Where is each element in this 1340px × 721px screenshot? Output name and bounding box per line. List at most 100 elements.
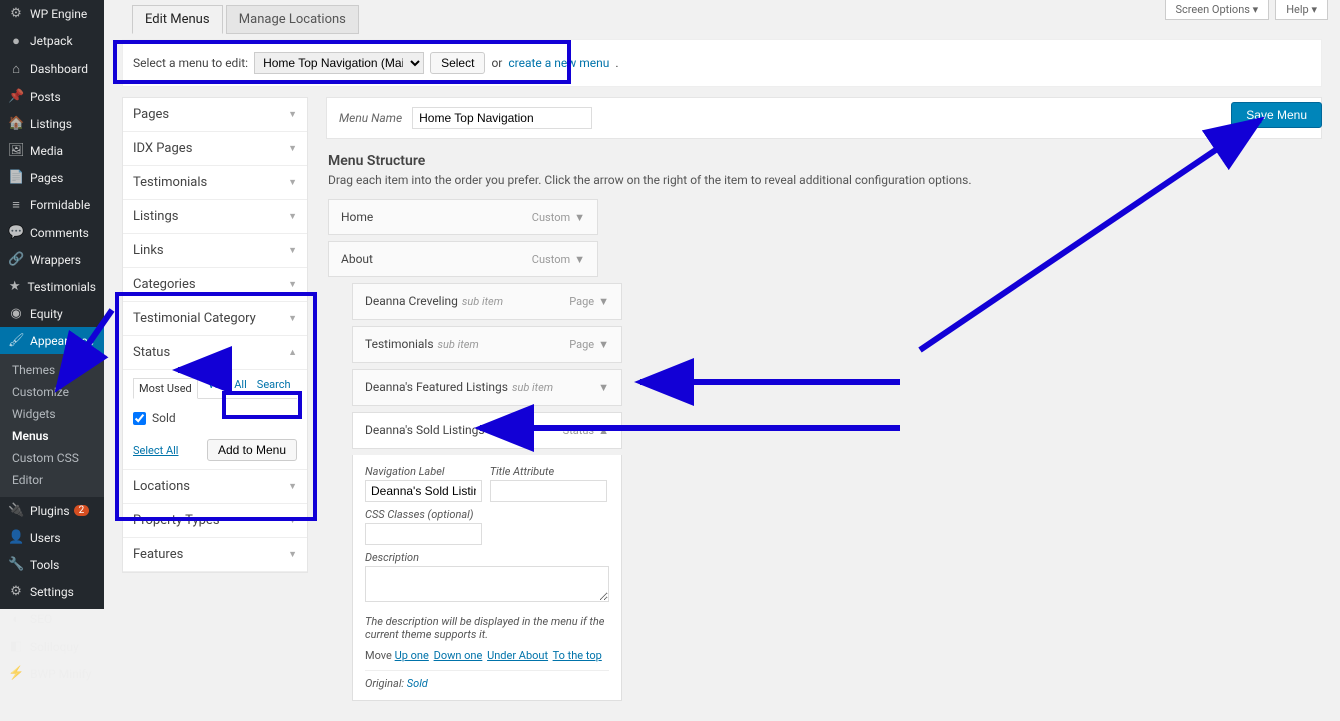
wpengine-icon: ⚙: [8, 6, 24, 21]
chevron-down-icon: ▼: [288, 515, 297, 526]
move-top-link[interactable]: To the top: [553, 649, 602, 662]
sidebar-item-wrappers[interactable]: 🔗Wrappers: [0, 246, 104, 273]
menu-items: Home Custom ▼ About Custom ▼ Deanna Crev…: [328, 199, 1320, 701]
submenu-widgets[interactable]: Widgets: [0, 403, 104, 425]
menu-item-deanna-creveling[interactable]: Deanna Crevelingsub item Page ▼: [352, 283, 622, 320]
sidebar-item-equity[interactable]: ◉Equity: [0, 300, 104, 327]
screen-options-btn[interactable]: Screen Options ▾: [1165, 0, 1270, 20]
description-label: Description: [365, 551, 609, 564]
create-menu-link[interactable]: create a new menu: [508, 56, 609, 70]
move-under-link[interactable]: Under About: [487, 649, 548, 662]
menu-item-settings: Navigation Label Title Attribute CSS Cla…: [352, 455, 622, 701]
pin-icon: 📌: [8, 89, 24, 104]
original-link[interactable]: Sold: [407, 677, 428, 690]
move-down-link[interactable]: Down one: [434, 649, 483, 662]
sidebar-item-settings[interactable]: ⚙Settings: [0, 578, 104, 605]
select-menu-label: Select a menu to edit:: [133, 56, 248, 70]
save-menu-button[interactable]: Save Menu: [1231, 102, 1322, 128]
chevron-down-icon: ▼: [288, 143, 297, 154]
sidebar-item-soliloquy[interactable]: ◧Soliloquy: [0, 633, 104, 660]
chevron-down-icon: ▼: [288, 245, 297, 256]
seo-icon: ◐: [8, 611, 24, 627]
menu-item-about[interactable]: About Custom ▼: [328, 241, 598, 277]
sidebar-item-testimonials[interactable]: ★Testimonials: [0, 273, 104, 300]
comment-icon: 💬: [8, 225, 24, 240]
chevron-down-icon: ▼: [574, 211, 585, 224]
menu-tabs: Edit Menus Manage Locations: [132, 5, 1322, 34]
chevron-down-icon: ▼: [288, 279, 297, 290]
menu-structure-desc: Drag each item into the order you prefer…: [328, 173, 1320, 187]
menu-item-sold-listings[interactable]: Deanna's Sold Listingssub item Status ▲: [352, 412, 622, 449]
chevron-down-icon: ▼: [288, 549, 297, 560]
link-icon: 🔗: [8, 252, 24, 267]
soliloquy-icon: ◧: [8, 639, 24, 654]
select-all-link[interactable]: Select All: [133, 444, 178, 457]
chevron-down-icon: ▼: [288, 177, 297, 188]
sidebar-item-wpengine[interactable]: ⚙WP Engine: [0, 0, 104, 27]
acc-property-types[interactable]: Property Types▼: [123, 504, 307, 538]
chevron-down-icon: ▼: [574, 253, 585, 266]
sidebar-item-appearance[interactable]: 🖌Appearance: [0, 327, 104, 354]
submenu-themes[interactable]: Themes: [0, 359, 104, 381]
tab-edit-menus[interactable]: Edit Menus: [132, 5, 223, 34]
tab-manage-locations[interactable]: Manage Locations: [226, 5, 359, 34]
sidebar-item-pages[interactable]: 📄Pages: [0, 164, 104, 191]
acc-locations[interactable]: Locations▼: [123, 470, 307, 504]
add-to-menu-button[interactable]: Add to Menu: [207, 439, 297, 461]
chevron-down-icon: ▼: [598, 295, 609, 308]
sidebar-item-bwpminify[interactable]: ⚡BWP Minify: [0, 660, 104, 687]
acc-idx[interactable]: IDX Pages▼: [123, 132, 307, 166]
acc-features[interactable]: Features▼: [123, 538, 307, 572]
wrench-icon: 🔧: [8, 557, 24, 572]
submenu-customcss[interactable]: Custom CSS: [0, 447, 104, 469]
description-input[interactable]: [365, 566, 609, 602]
acc-status[interactable]: Status▲: [123, 336, 307, 370]
select-button[interactable]: Select: [430, 52, 485, 74]
menu-select-bar: Select a menu to edit: Home Top Navigati…: [122, 39, 1322, 87]
plugin-badge: 2: [74, 505, 90, 516]
sidebar-item-posts[interactable]: 📌Posts: [0, 83, 104, 110]
acc-listings[interactable]: Listings▼: [123, 200, 307, 234]
menu-item-featured-listings[interactable]: Deanna's Featured Listingssub item ▼: [352, 369, 622, 406]
home-icon: 🏠: [8, 116, 24, 131]
acc-links[interactable]: Links▼: [123, 234, 307, 268]
acc-pages[interactable]: Pages▼: [123, 98, 307, 132]
status-sold-checkbox[interactable]: [133, 412, 146, 425]
chevron-down-icon: ▼: [598, 338, 609, 351]
description-help: The description will be displayed in the…: [365, 615, 609, 641]
menu-item-testimonials[interactable]: Testimonialssub item Page ▼: [352, 326, 622, 363]
nav-label-input[interactable]: [365, 480, 482, 502]
acc-categories[interactable]: Categories▼: [123, 268, 307, 302]
media-icon: 🖼: [8, 143, 24, 158]
status-tab-viewall[interactable]: View All: [208, 378, 247, 393]
help-btn[interactable]: Help ▾: [1275, 0, 1328, 20]
title-attr-input[interactable]: [490, 480, 607, 502]
sidebar-item-users[interactable]: 👤Users: [0, 524, 104, 551]
submenu-editor[interactable]: Editor: [0, 469, 104, 491]
menu-select[interactable]: Home Top Navigation (Main Menu): [254, 52, 424, 74]
sidebar-item-dashboard[interactable]: ⌂Dashboard: [0, 55, 104, 83]
sidebar-item-media[interactable]: 🖼Media: [0, 137, 104, 164]
acc-testimonial-cat[interactable]: Testimonial Category▼: [123, 302, 307, 336]
sidebar-item-tools[interactable]: 🔧Tools: [0, 551, 104, 578]
chevron-up-icon: ▲: [288, 347, 297, 358]
menu-name-input[interactable]: [412, 107, 592, 129]
user-icon: 👤: [8, 530, 24, 545]
move-up-link[interactable]: Up one: [395, 649, 429, 662]
menu-item-home[interactable]: Home Custom ▼: [328, 199, 598, 235]
status-tab-search[interactable]: Search: [257, 378, 291, 393]
sidebar-item-plugins[interactable]: 🔌Plugins2: [0, 497, 104, 524]
sidebar-item-seo[interactable]: ◐SEO: [0, 605, 104, 633]
submenu-customize[interactable]: Customize: [0, 381, 104, 403]
css-classes-input[interactable]: [365, 523, 482, 545]
acc-testimonials[interactable]: Testimonials▼: [123, 166, 307, 200]
submenu-menus[interactable]: Menus: [0, 425, 104, 447]
sidebar-item-formidable[interactable]: ≡Formidable: [0, 191, 104, 219]
status-tab-mostused[interactable]: Most Used: [133, 378, 198, 399]
sidebar-item-comments[interactable]: 💬Comments: [0, 219, 104, 246]
equity-icon: ◉: [8, 306, 24, 321]
sidebar-item-jetpack[interactable]: ●Jetpack: [0, 27, 104, 55]
menu-name-label: Menu Name: [339, 111, 402, 125]
title-attr-label: Title Attribute: [490, 465, 607, 478]
sidebar-item-listings[interactable]: 🏠Listings: [0, 110, 104, 137]
